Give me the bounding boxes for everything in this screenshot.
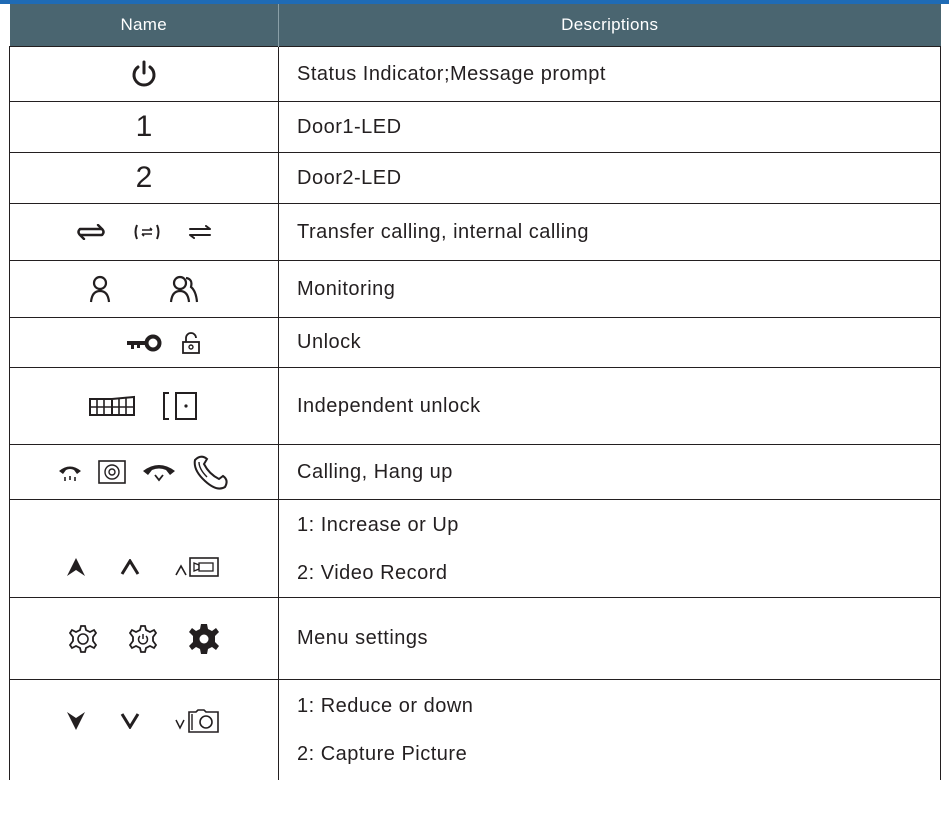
gate-icon — [89, 395, 135, 416]
header-name: Name — [9, 4, 279, 47]
camera-icon — [175, 708, 219, 733]
description-cell: Independent unlock — [278, 367, 941, 445]
table-row: Monitoring — [9, 260, 941, 318]
door-icon — [163, 392, 197, 420]
description-cell: Door1-LED — [278, 101, 941, 153]
door2-label: 2 — [135, 161, 153, 194]
description-cell: Menu settings — [278, 597, 941, 680]
header-descriptions: Descriptions — [278, 4, 941, 47]
name-cell — [9, 203, 279, 261]
description-cell: 1: Increase or Up 2: Video Record — [278, 499, 941, 598]
button-description-table: Name Descriptions Status Indicator;Messa… — [9, 4, 941, 780]
handset-icon — [59, 466, 81, 481]
table-row: 1 Door1-LED — [9, 101, 941, 153]
table-row: Status Indicator;Message prompt — [9, 46, 941, 102]
chevron-down-icon — [120, 712, 140, 729]
description-line: 2: Capture Picture — [297, 742, 468, 765]
key-icon — [127, 334, 162, 351]
description-cell: 1: Reduce or down 2: Capture Picture — [278, 679, 941, 780]
gear-outline-icon — [68, 624, 98, 653]
name-cell: 2 — [9, 152, 279, 204]
arrow-down-bold-icon — [67, 711, 85, 730]
table-row: Menu settings — [9, 597, 941, 680]
name-cell — [9, 499, 279, 598]
description-line: 1: Reduce or down — [297, 694, 474, 717]
name-cell — [9, 367, 279, 445]
table-row: Unlock — [9, 317, 941, 368]
padlock-icon — [182, 331, 200, 354]
name-cell — [9, 46, 279, 102]
handset-down-icon — [143, 465, 175, 482]
description-line: 2: Video Record — [297, 561, 448, 584]
description-cell: Calling, Hang up — [278, 444, 941, 500]
description-cell: Status Indicator;Message prompt — [278, 46, 941, 102]
internal-call-arrows-icon — [189, 225, 211, 239]
table-row: 1: Reduce or down 2: Capture Picture — [9, 679, 941, 780]
table-row: Transfer calling, internal calling — [9, 203, 941, 261]
monitor-icon — [98, 460, 126, 484]
description-cell: Transfer calling, internal calling — [278, 203, 941, 261]
table-row: Calling, Hang up — [9, 444, 941, 500]
door1-label: 1 — [135, 110, 153, 143]
name-cell — [9, 317, 279, 368]
description-cell: Unlock — [278, 317, 941, 368]
name-cell — [9, 260, 279, 318]
transfer-arrows-icon — [77, 224, 105, 240]
table-row: Independent unlock — [9, 367, 941, 445]
description-cell: Door2-LED — [278, 152, 941, 204]
table-row: 1: Increase or Up 2: Video Record — [9, 499, 941, 598]
name-cell — [9, 597, 279, 680]
hangup-handset-icon — [193, 455, 228, 490]
power-icon — [132, 60, 156, 87]
video-record-icon — [175, 556, 219, 577]
bracket-transfer-icon — [134, 224, 160, 240]
table-header-row: Name Descriptions — [9, 4, 941, 47]
arrow-up-bold-icon — [67, 557, 85, 576]
chevron-up-icon — [120, 558, 140, 575]
persons-icon — [169, 275, 199, 303]
person-icon — [89, 275, 111, 303]
name-cell — [9, 444, 279, 500]
gear-power-icon — [128, 624, 158, 653]
table-row: 2 Door2-LED — [9, 152, 941, 204]
name-cell: 1 — [9, 101, 279, 153]
gear-solid-icon — [189, 623, 219, 654]
description-cell: Monitoring — [278, 260, 941, 318]
name-cell — [9, 679, 279, 780]
description-line: 1: Increase or Up — [297, 513, 459, 536]
